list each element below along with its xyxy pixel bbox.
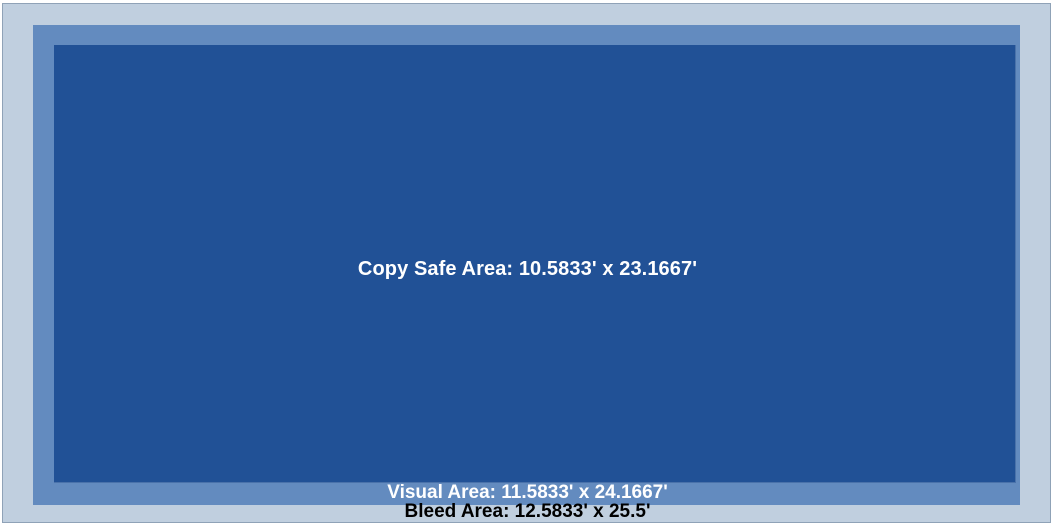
area-diagram: Copy Safe Area: 10.5833' x 23.1667' Visu… (0, 0, 1055, 525)
visual-area-label: Visual Area: 11.5833' x 24.1667' (387, 482, 668, 503)
copy-safe-area-label: Copy Safe Area: 10.5833' x 23.1667' (357, 258, 698, 280)
bleed-area-label: Bleed Area: 12.5833' x 25.5' (404, 501, 651, 522)
